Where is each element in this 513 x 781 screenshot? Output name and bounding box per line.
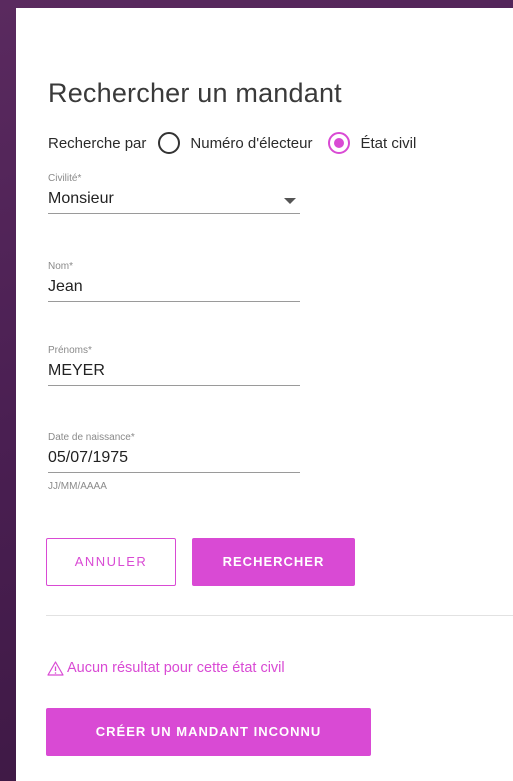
first-names-label: Prénoms* <box>48 345 92 356</box>
radio-civil-status-label[interactable]: État civil <box>360 135 416 152</box>
search-by-row: Recherche par Numéro d'électeur État civ… <box>48 126 432 160</box>
divider <box>46 615 513 616</box>
search-card: Rechercher un mandant Recherche par Numé… <box>16 8 513 781</box>
last-name-input[interactable]: Jean <box>48 277 300 302</box>
first-names-input[interactable]: MEYER <box>48 361 300 386</box>
radio-voter-number-label[interactable]: Numéro d'électeur <box>190 135 312 152</box>
birth-date-label: Date de naissance* <box>48 432 135 443</box>
last-name-label: Nom* <box>48 261 74 272</box>
search-by-label: Recherche par <box>48 134 147 152</box>
warning-icon <box>47 660 64 676</box>
civility-label: Civilité* <box>48 173 82 184</box>
chevron-down-icon[interactable] <box>284 198 296 204</box>
cancel-button[interactable]: ANNULER <box>46 538 176 586</box>
first-names-field[interactable]: Prénoms* MEYER <box>48 345 300 386</box>
page-title: Rechercher un mandant <box>48 78 342 108</box>
birth-date-hint: JJ/MM/AAAA <box>48 481 107 492</box>
warning-text: Aucun résultat pour cette état civil <box>67 660 285 676</box>
civility-select[interactable]: Monsieur <box>48 189 300 214</box>
radio-voter-number[interactable] <box>158 132 181 154</box>
civility-field[interactable]: Civilité* Monsieur <box>48 173 300 214</box>
birth-date-input[interactable]: 05/07/1975 <box>48 448 300 473</box>
radio-civil-status[interactable] <box>328 132 351 154</box>
no-result-warning: Aucun résultat pour cette état civil <box>47 660 285 676</box>
civility-value: Monsieur <box>48 190 114 207</box>
birth-date-field[interactable]: Date de naissance* 05/07/1975 JJ/MM/AAAA <box>48 432 300 492</box>
create-unknown-principal-button[interactable]: CRÉER UN MANDANT INCONNU <box>46 708 371 756</box>
last-name-field[interactable]: Nom* Jean <box>48 261 300 302</box>
search-button[interactable]: RECHERCHER <box>192 538 355 586</box>
